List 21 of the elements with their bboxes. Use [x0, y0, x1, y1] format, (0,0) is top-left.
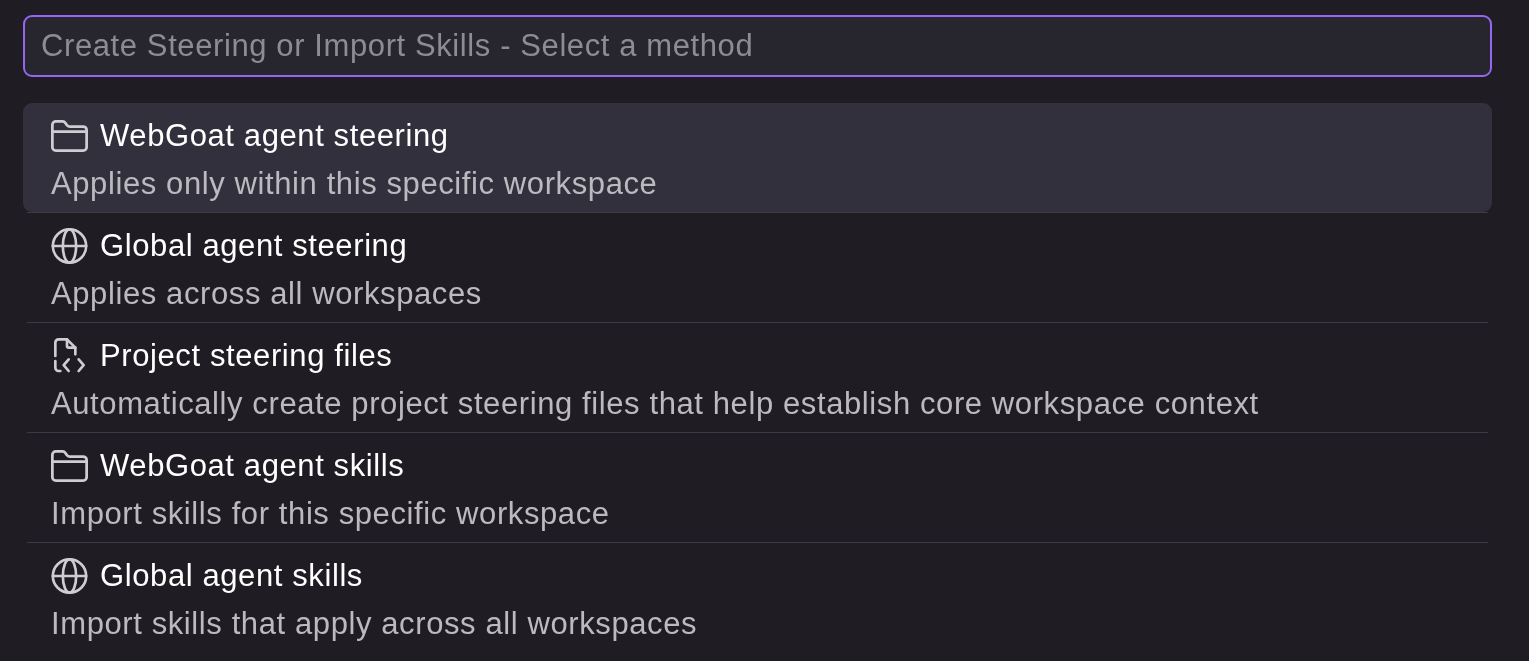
- option-description: Applies across all workspaces: [51, 275, 483, 313]
- option-item[interactable]: WebGoat agent skills Import skills for this specific workspace: [23, 433, 1492, 542]
- file-code-icon: [51, 338, 88, 374]
- option-item[interactable]: Global agent skills Import skills that apply across all workspaces: [23, 543, 1492, 652]
- option-description: Import skills for this specific workspace: [51, 495, 611, 533]
- option-item[interactable]: WebGoat agent steering Applies only within this specific workspace: [23, 103, 1492, 212]
- option-description: Automatically create project steering files that help establish core workspace context: [51, 385, 1260, 423]
- option-description: Applies only within this specific workspace: [51, 165, 659, 203]
- option-item[interactable]: Global agent steering Applies across all workspaces: [23, 213, 1492, 322]
- option-description: Import skills that apply across all workspaces: [51, 605, 699, 643]
- option-title: Project steering files: [100, 337, 393, 375]
- folder-icon: [51, 448, 88, 484]
- option-item[interactable]: Project steering files Automatically create project steering files that help establish core workspace context: [23, 323, 1492, 432]
- globe-icon: [51, 228, 88, 264]
- option-title: Global agent steering: [100, 227, 408, 265]
- option-title: WebGoat agent skills: [100, 447, 405, 485]
- option-title: WebGoat agent steering: [100, 117, 449, 155]
- search-field[interactable]: Create Steering or Import Skills - Select a method: [23, 15, 1492, 77]
- globe-icon: [51, 558, 88, 594]
- option-title: Global agent skills: [100, 557, 363, 595]
- folder-icon: [51, 118, 88, 154]
